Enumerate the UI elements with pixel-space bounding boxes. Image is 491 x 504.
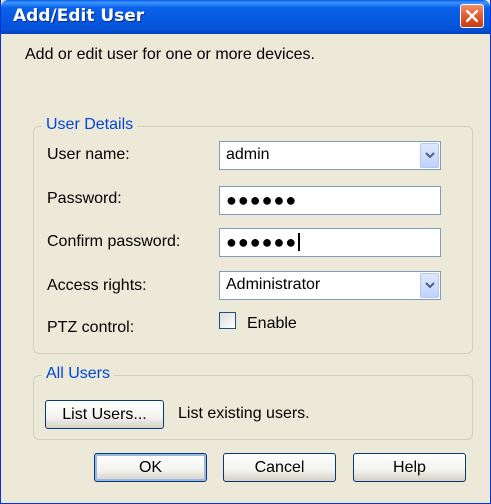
cancel-button[interactable]: Cancel <box>223 453 336 482</box>
title-bar[interactable]: Add/Edit User <box>1 0 490 34</box>
text-cursor <box>298 233 301 251</box>
password-value: ●●●●●● <box>226 190 298 210</box>
username-combobox[interactable]: admin <box>219 141 441 170</box>
username-dropdown-button[interactable] <box>420 143 439 168</box>
ok-button[interactable]: OK <box>94 453 207 482</box>
access-rights-dropdown-button[interactable] <box>420 273 439 298</box>
access-rights-select[interactable]: Administrator <box>219 271 441 300</box>
access-rights-label: Access rights: <box>47 277 147 294</box>
close-button[interactable] <box>460 4 484 28</box>
list-users-description: List existing users. <box>178 405 310 422</box>
access-rights-value: Administrator <box>226 276 321 293</box>
ptz-enable-checkbox[interactable] <box>219 312 236 329</box>
window-title: Add/Edit User <box>13 6 145 26</box>
confirm-password-label: Confirm password: <box>47 233 181 250</box>
confirm-password-field[interactable]: ●●●●●● <box>219 228 441 257</box>
close-icon <box>466 10 478 22</box>
list-users-button[interactable]: List Users... <box>45 400 164 429</box>
chevron-down-icon <box>425 152 435 159</box>
user-details-group-label: User Details <box>42 116 138 134</box>
intro-text: Add or edit user for one or more devices… <box>25 46 315 63</box>
password-field[interactable]: ●●●●●● <box>219 186 441 215</box>
ptz-control-label: PTZ control: <box>47 319 135 336</box>
all-users-group-label: All Users <box>42 365 115 383</box>
username-label: User name: <box>47 146 130 163</box>
confirm-password-value: ●●●●●● <box>226 232 298 252</box>
ptz-enable-label[interactable]: Enable <box>247 315 297 333</box>
password-label: Password: <box>47 190 122 207</box>
help-button[interactable]: Help <box>353 453 466 482</box>
username-value: admin <box>226 146 270 163</box>
chevron-down-icon <box>425 282 435 289</box>
add-edit-user-dialog: Add/Edit User Add or edit user for one o… <box>0 0 491 504</box>
